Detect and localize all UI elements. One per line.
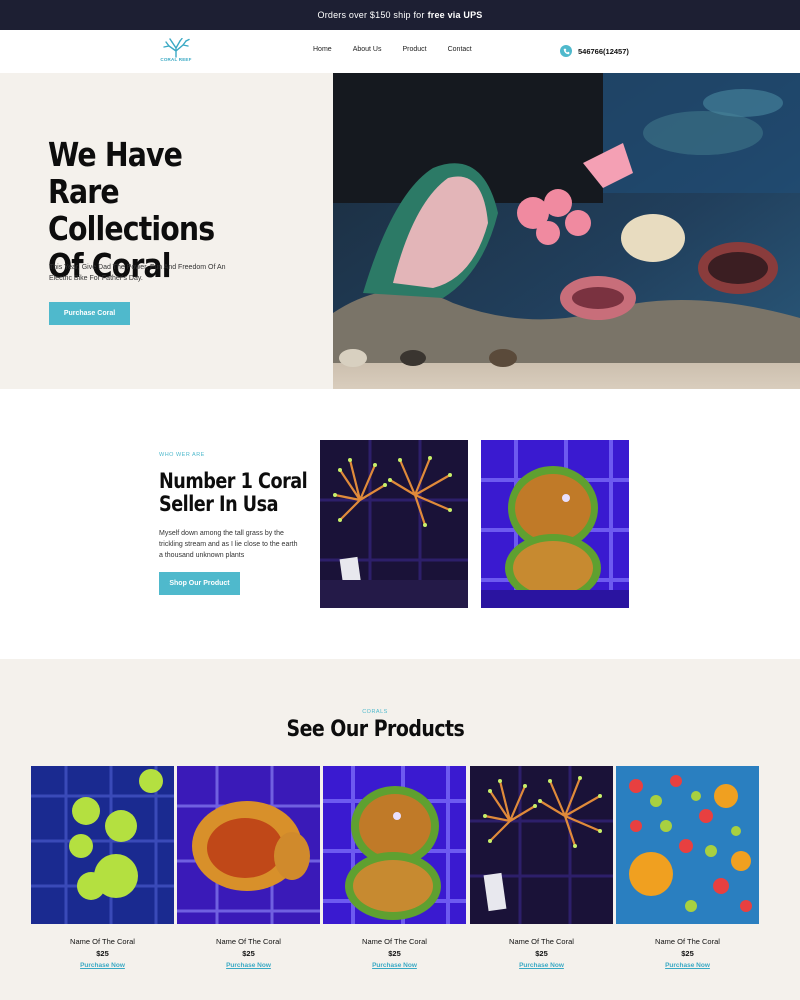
phone-number: 546766(12457) [578, 46, 629, 56]
products-tag: CORALS [362, 709, 388, 715]
product-price: $25 [535, 949, 548, 958]
nav-home[interactable]: Home [313, 46, 332, 53]
products-title-text: See Our Products [286, 717, 464, 742]
about-title-line: Number 1 Coral [159, 469, 308, 493]
product-name: Name Of The Coral [655, 937, 720, 946]
product-price: $25 [388, 949, 401, 958]
logo-text: CORAL REEF [160, 57, 192, 62]
product-name: Name Of The Coral [70, 937, 135, 946]
phone-contact[interactable]: 546766(12457) [560, 45, 629, 57]
about-title-line: Seller In Usa [159, 492, 279, 516]
products-section: CORALS See Our Products Name Of The Cora… [0, 659, 800, 1000]
shipping-banner-text: Orders over $150 ship for [317, 10, 425, 20]
product-image[interactable] [177, 766, 320, 924]
product-name: Name Of The Coral [362, 937, 427, 946]
purchase-now-link[interactable]: Purchase Now [177, 962, 320, 969]
about-text: Myself down among the tall grass by the … [159, 530, 298, 559]
hero-title-line: Collections [48, 209, 215, 248]
hero-title-line: We Have Rare [48, 135, 183, 211]
hero-section: We Have Rare Collections Of Coral This Y… [0, 73, 800, 389]
purchase-now-link[interactable]: Purchase Now [616, 962, 759, 969]
phone-icon [560, 45, 572, 57]
product-name: Name Of The Coral [216, 937, 281, 946]
shop-our-product-button[interactable]: Shop Our Product [159, 572, 240, 595]
about-tag: WHO WER ARE [159, 452, 205, 458]
about-title: Number 1 Coral Seller In Usa [159, 470, 310, 516]
product-image[interactable] [470, 766, 613, 924]
products-title: See Our Products [0, 717, 750, 742]
product-name: Name Of The Coral [509, 937, 574, 946]
product-price: $25 [96, 949, 109, 958]
product-card: Name Of The Coral $25 Purchase Now [470, 766, 613, 969]
product-image[interactable] [616, 766, 759, 924]
coral-photo-2 [481, 440, 629, 608]
coral-reef-logo[interactable]: CORAL REEF [158, 38, 194, 66]
product-card: Name Of The Coral $25 Purchase Now [616, 766, 759, 969]
product-card: Name Of The Coral $25 Purchase Now [31, 766, 174, 969]
product-card: Name Of The Coral $25 Purchase Now [323, 766, 466, 969]
hero-aquarium-image [333, 73, 800, 389]
product-card: Name Of The Coral $25 Purchase Now [177, 766, 320, 969]
product-image[interactable] [323, 766, 466, 924]
nav-about-us[interactable]: About Us [353, 46, 382, 53]
product-price: $25 [242, 949, 255, 958]
shipping-banner-highlight: free via UPS [427, 10, 483, 20]
purchase-now-link[interactable]: Purchase Now [323, 962, 466, 969]
hero-subtitle: This Year, Give Dad The Power, Fun And F… [49, 264, 226, 282]
shipping-banner: Orders over $150 ship for free via UPS [0, 0, 800, 30]
purchase-coral-button[interactable]: Purchase Coral [49, 302, 130, 325]
nav-product[interactable]: Product [402, 46, 426, 53]
main-nav: Home About Us Product Contact [313, 46, 493, 53]
product-price: $25 [681, 949, 694, 958]
nav-contact[interactable]: Contact [448, 46, 472, 53]
site-header: CORAL REEF Home About Us Product Contact… [0, 30, 800, 73]
product-image[interactable] [31, 766, 174, 924]
purchase-now-link[interactable]: Purchase Now [470, 962, 613, 969]
coral-photo-1 [320, 440, 468, 608]
coral-logo-icon [163, 38, 190, 58]
purchase-now-link[interactable]: Purchase Now [31, 962, 174, 969]
